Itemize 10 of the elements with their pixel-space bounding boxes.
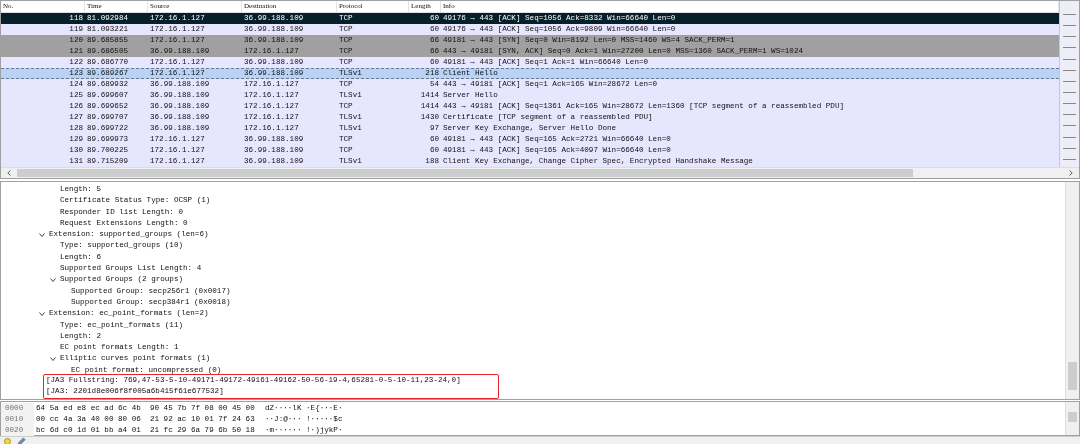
scroll-right-icon[interactable] xyxy=(1066,170,1076,176)
chevron-icon[interactable] xyxy=(50,356,56,363)
chevron-icon[interactable] xyxy=(39,231,45,238)
vertical-scrollbar[interactable] xyxy=(1065,182,1079,399)
chevron-icon[interactable] xyxy=(50,277,56,283)
status-icon[interactable] xyxy=(4,437,11,444)
horizontal-scrollbar[interactable] xyxy=(1,167,1079,178)
packet-minimap[interactable] xyxy=(1059,1,1079,167)
chevron-icon[interactable] xyxy=(39,310,45,317)
vertical-scrollbar[interactable] xyxy=(1065,401,1079,435)
